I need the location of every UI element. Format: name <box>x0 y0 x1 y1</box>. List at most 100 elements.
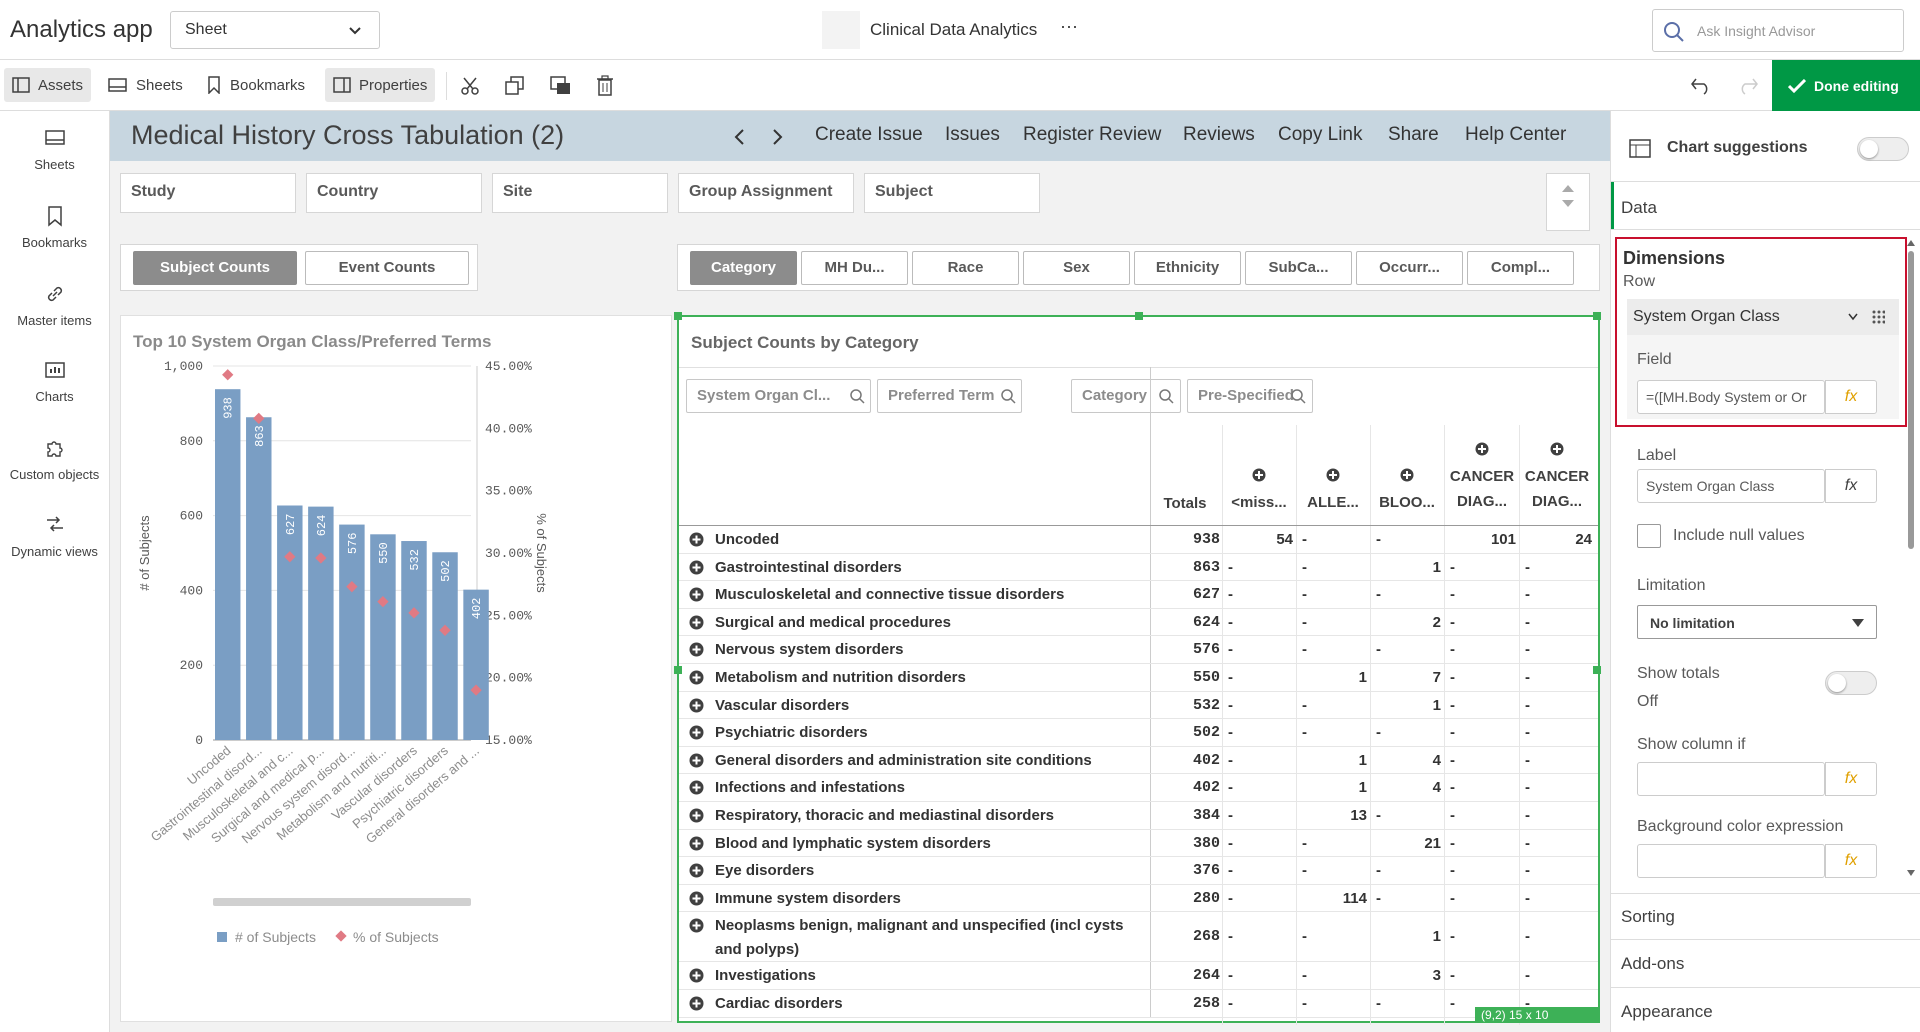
scroll-down-icon[interactable] <box>1907 869 1915 877</box>
expand-plus-icon[interactable] <box>689 642 704 657</box>
chart-suggestions-toggle[interactable] <box>1857 137 1909 161</box>
table-row[interactable]: Metabolism and nutrition disorders 550-1 7… <box>679 664 1598 692</box>
table-row[interactable]: Cardiac disorders 258- - - - - <box>679 990 1598 1018</box>
copy-link-link[interactable]: Copy Link <box>1278 124 1363 146</box>
event-counts-button[interactable]: Event Counts <box>305 251 469 285</box>
register-review-link[interactable]: Register Review <box>1023 124 1161 146</box>
nav-master-items[interactable]: Master items <box>0 283 109 328</box>
table-row[interactable]: Nervous system disorders 576- - - - - <box>679 636 1598 664</box>
filter-scroll[interactable] <box>1546 173 1590 231</box>
table-row[interactable]: Vascular disorders 532- -1- - <box>679 692 1598 720</box>
filter-subject[interactable]: Subject <box>864 173 1040 213</box>
drag-handle-icon[interactable] <box>1871 309 1885 325</box>
expand-plus-icon[interactable] <box>689 918 704 933</box>
bg-color-expr-input[interactable] <box>1637 844 1825 878</box>
table-row[interactable]: Uncoded 938 54- -101 24 <box>679 526 1598 554</box>
chevron-right-icon[interactable] <box>772 128 784 146</box>
sheets-button[interactable]: Sheets <box>100 68 191 102</box>
nav-custom-objects[interactable]: Custom objects <box>0 437 109 482</box>
sex-button[interactable]: Sex <box>1023 251 1130 285</box>
expand-plus-icon[interactable] <box>689 780 704 795</box>
resize-handle[interactable] <box>1135 312 1143 320</box>
expand-plus-icon[interactable] <box>689 615 704 630</box>
scroll-up-icon[interactable] <box>1907 239 1915 247</box>
chevron-left-icon[interactable] <box>733 128 745 146</box>
scroll-thumb[interactable] <box>1908 251 1914 549</box>
table-row[interactable]: Respiratory, thoracic and mediastinal di… <box>679 802 1598 830</box>
expand-plus-icon[interactable] <box>689 968 704 983</box>
dimension-header[interactable]: System Organ Class <box>1627 299 1899 335</box>
table-row[interactable]: Eye disorders 376- - - - - <box>679 857 1598 885</box>
show-totals-toggle[interactable] <box>1825 671 1877 695</box>
bar-chart-panel[interactable]: Top 10 System Organ Class/Preferred Term… <box>120 315 672 1022</box>
include-null-checkbox[interactable] <box>1637 524 1661 548</box>
expand-plus-icon[interactable] <box>689 753 704 768</box>
more-menu[interactable]: ··· <box>1060 16 1078 37</box>
col-allergy[interactable]: ALLE... <box>1298 465 1368 515</box>
table-row[interactable]: General disorders and administration sit… <box>679 747 1598 775</box>
filter-site[interactable]: Site <box>492 173 668 213</box>
table-row[interactable]: Musculoskeletal and connective tissue di… <box>679 581 1598 609</box>
ethnicity-button[interactable]: Ethnicity <box>1134 251 1241 285</box>
appearance-section[interactable]: Appearance <box>1621 1002 1713 1022</box>
nav-sheets[interactable]: Sheets <box>0 127 109 172</box>
bookmarks-button[interactable]: Bookmarks <box>198 68 313 102</box>
expand-plus-icon[interactable] <box>689 836 704 851</box>
table-row[interactable]: Investigations 264- -3- - <box>679 962 1598 990</box>
col-missing[interactable]: <miss... <box>1224 465 1294 515</box>
subject-counts-button[interactable]: Subject Counts <box>133 251 297 285</box>
label-input[interactable]: System Organ Class <box>1637 469 1825 503</box>
label-fx-button[interactable]: fx <box>1825 469 1877 503</box>
occurrence-button[interactable]: Occurr... <box>1356 251 1463 285</box>
expand-plus-icon[interactable] <box>689 891 704 906</box>
show-column-if-input[interactable] <box>1637 762 1825 796</box>
redo-icon[interactable] <box>1737 75 1759 95</box>
table-row[interactable]: Infections and infestations 402-1 4- - <box>679 774 1598 802</box>
addons-section[interactable]: Add-ons <box>1621 954 1684 974</box>
pre-specified-search[interactable]: Pre-Specified <box>1187 379 1313 413</box>
race-button[interactable]: Race <box>912 251 1019 285</box>
table-row[interactable]: Blood and lymphatic system disorders 380-… <box>679 830 1598 858</box>
col-cancer-2[interactable]: CANCER DIAG... <box>1521 439 1593 514</box>
filter-group-assignment[interactable]: Group Assignment <box>678 173 854 213</box>
category-button[interactable]: Category <box>690 251 797 285</box>
data-tab[interactable]: Data <box>1621 198 1657 218</box>
expand-plus-icon[interactable] <box>689 532 704 547</box>
nav-charts[interactable]: Charts <box>0 359 109 404</box>
resize-handle[interactable] <box>1593 666 1601 674</box>
field-input[interactable]: =([MH.Body System or Or <box>1637 380 1825 414</box>
chevron-down-icon[interactable] <box>1848 313 1858 321</box>
limitation-select[interactable]: No limitation <box>1637 605 1877 639</box>
expand-plus-icon[interactable] <box>689 808 704 823</box>
undo-icon[interactable] <box>1690 75 1712 95</box>
table-row[interactable]: Surgical and medical procedures 624- -2- - <box>679 609 1598 637</box>
pivot-table-panel[interactable]: Subject Counts by Category System Organ … <box>674 312 1601 1025</box>
assets-button[interactable]: Assets <box>4 68 92 102</box>
expand-plus-icon[interactable] <box>689 587 704 602</box>
preferred-term-search[interactable]: Preferred Term <box>877 379 1022 413</box>
field-fx-button[interactable]: fx <box>1825 380 1877 414</box>
bg-color-expr-fx-button[interactable]: fx <box>1825 844 1877 878</box>
insight-search[interactable]: Ask Insight Advisor <box>1652 9 1904 52</box>
filter-study[interactable]: Study <box>120 173 296 213</box>
expand-plus-icon[interactable] <box>689 996 704 1011</box>
mh-duration-button[interactable]: MH Du... <box>801 251 908 285</box>
table-row[interactable]: Psychiatric disorders 502- - - - - <box>679 719 1598 747</box>
expand-plus-icon[interactable] <box>689 725 704 740</box>
category-search[interactable]: Category <box>1071 379 1181 413</box>
cut-icon[interactable] <box>460 76 480 96</box>
create-issue-link[interactable]: Create Issue <box>815 124 923 146</box>
resize-handle[interactable] <box>1593 312 1601 320</box>
issues-link[interactable]: Issues <box>945 124 1000 146</box>
expand-plus-icon[interactable] <box>689 863 704 878</box>
completion-button[interactable]: Compl... <box>1467 251 1574 285</box>
expand-plus-icon[interactable] <box>689 560 704 575</box>
subcategory-button[interactable]: SubCa... <box>1245 251 1352 285</box>
resize-handle[interactable] <box>674 312 682 320</box>
share-link[interactable]: Share <box>1388 124 1439 146</box>
reviews-link[interactable]: Reviews <box>1183 124 1255 146</box>
paste-icon[interactable] <box>550 76 572 96</box>
expand-plus-icon[interactable] <box>689 670 704 685</box>
col-cancer-1[interactable]: CANCER DIAG... <box>1446 439 1518 514</box>
sorting-section[interactable]: Sorting <box>1621 907 1675 927</box>
